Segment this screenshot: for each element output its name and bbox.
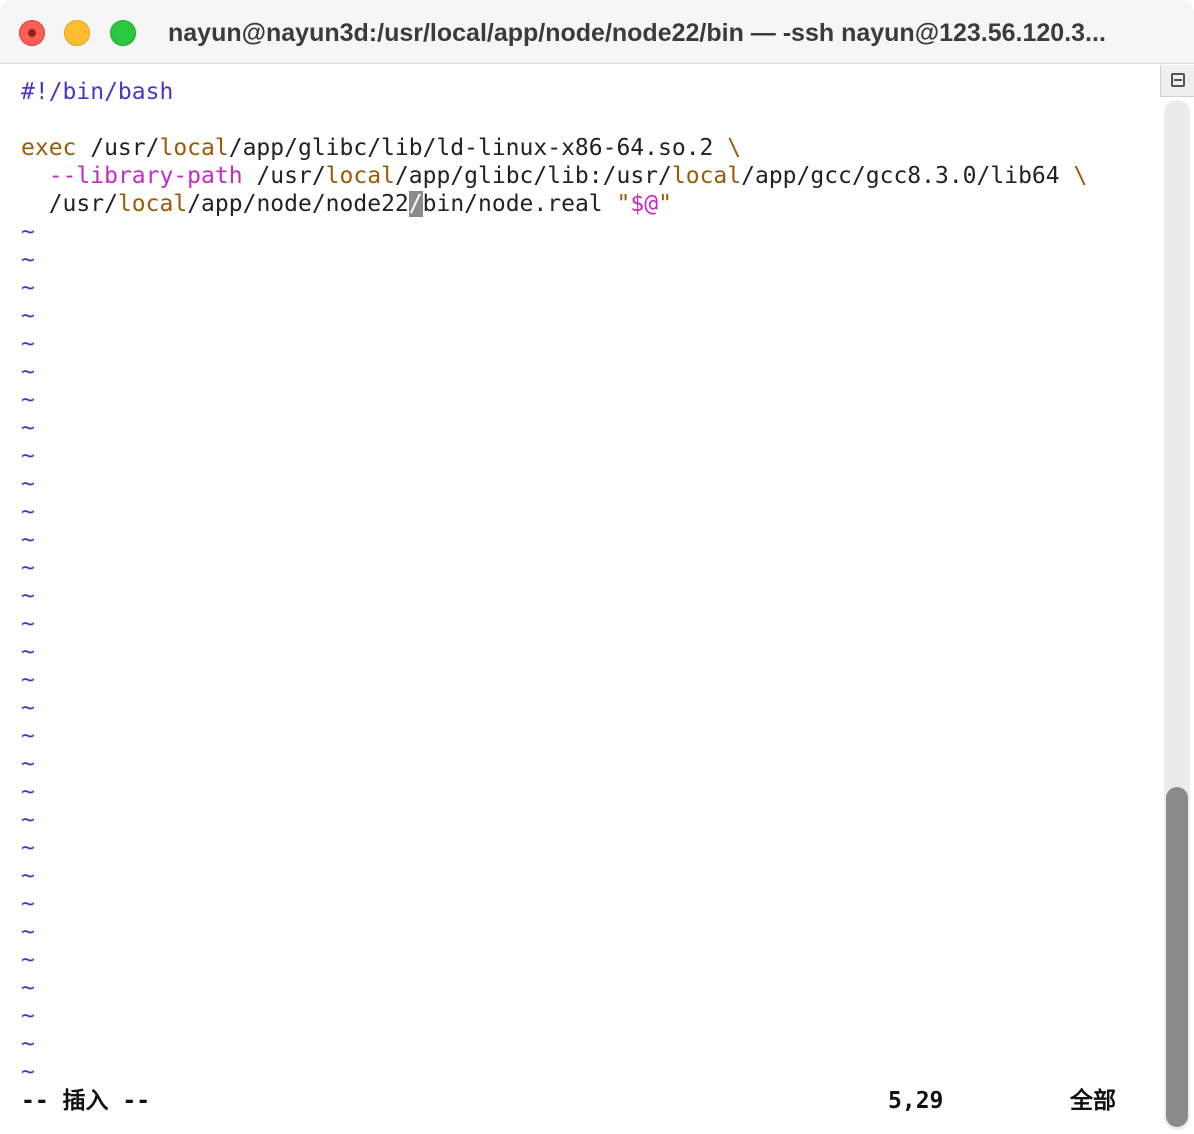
- empty-line-tilde: ~: [21, 527, 35, 553]
- empty-line-tilde: ~: [21, 499, 35, 525]
- split-pane-button[interactable]: [1160, 65, 1194, 97]
- empty-line-tilde: ~: [21, 1031, 35, 1057]
- scroll-scope: 全部: [1070, 1088, 1116, 1114]
- vim-editor[interactable]: #!/bin/bash exec /usr/local/app/glibc/li…: [0, 64, 1160, 1134]
- cursor-position: 5,29: [888, 1088, 944, 1114]
- line3-local: local: [159, 135, 229, 161]
- empty-line-tilde: ~: [21, 359, 35, 385]
- close-dot-icon: [28, 29, 36, 37]
- line4-indent: [21, 163, 49, 189]
- line5-path-b: /app/node/node22: [187, 191, 409, 217]
- exec-keyword: exec: [21, 135, 77, 161]
- code-line-1: #!/bin/bash: [21, 78, 173, 106]
- text-cursor: /: [408, 191, 423, 217]
- shebang-text: #!/bin/bash: [21, 79, 174, 105]
- args-variable: $@: [630, 191, 659, 217]
- close-button[interactable]: [19, 20, 45, 46]
- window-title: nayun@nayun3d:/usr/local/app/node/node22…: [168, 19, 1106, 47]
- empty-line-tilde: ~: [21, 695, 35, 721]
- line5-local: local: [117, 191, 188, 217]
- open-quote: ": [616, 191, 631, 217]
- empty-line-tilde: ~: [21, 863, 35, 889]
- minimize-button[interactable]: [64, 20, 90, 46]
- split-pane-icon: [1171, 73, 1185, 87]
- empty-line-tilde: ~: [21, 555, 35, 581]
- empty-line-tilde: ~: [21, 919, 35, 945]
- empty-line-tilde: ~: [21, 779, 35, 805]
- code-line-3: exec /usr/local/app/glibc/lib/ld-linux-x…: [21, 134, 741, 162]
- empty-line-tilde: ~: [21, 611, 35, 637]
- empty-line-tilde: ~: [21, 247, 35, 273]
- empty-line-tilde: ~: [21, 303, 35, 329]
- empty-line-tilde: ~: [21, 975, 35, 1001]
- line3-continuation: \: [727, 135, 742, 161]
- line4-local-1: local: [325, 163, 395, 189]
- line4-local-2: local: [671, 163, 742, 189]
- line4-continuation: \: [1073, 163, 1088, 189]
- scrollbar-thumb[interactable]: [1166, 787, 1188, 1127]
- line4-path-a: /usr/: [242, 163, 326, 189]
- line5-path-a: /usr/: [48, 191, 118, 217]
- empty-line-tilde: ~: [21, 751, 35, 777]
- empty-line-tilde: ~: [21, 387, 35, 413]
- empty-line-tilde: ~: [21, 471, 35, 497]
- code-line-4: --library-path /usr/local/app/glibc/lib:…: [21, 162, 1088, 190]
- line5-indent: [21, 191, 49, 217]
- empty-line-tilde: ~: [21, 415, 35, 441]
- line4-path-c: /app/gcc/gcc8.3.0/lib64: [741, 163, 1074, 189]
- empty-line-tilde: ~: [21, 443, 35, 469]
- line5-path-c: bin/node.real: [422, 191, 617, 217]
- line3-path-b: /app/glibc/lib/ld-linux-x86-64.so.2: [228, 135, 728, 161]
- empty-line-tilde: ~: [21, 807, 35, 833]
- title-bar: nayun@nayun3d:/usr/local/app/node/node22…: [0, 0, 1194, 64]
- empty-line-tilde: ~: [21, 583, 35, 609]
- empty-line-tilde: ~: [21, 639, 35, 665]
- empty-line-tilde: ~: [21, 667, 35, 693]
- mode-indicator: -- 插入 --: [21, 1088, 151, 1114]
- empty-line-tilde: ~: [21, 723, 35, 749]
- empty-line-tilde: ~: [21, 331, 35, 357]
- line3-path-a: /usr/: [76, 135, 160, 161]
- zoom-button[interactable]: [110, 20, 136, 46]
- empty-line-tilde: ~: [21, 219, 35, 245]
- empty-line-tilde: ~: [21, 275, 35, 301]
- empty-line-tilde: ~: [21, 947, 35, 973]
- line4-path-b: /app/glibc/lib:/usr/: [394, 163, 672, 189]
- empty-line-tilde: ~: [21, 1059, 35, 1085]
- empty-line-tilde: ~: [21, 891, 35, 917]
- empty-line-tilde: ~: [21, 1003, 35, 1029]
- terminal-window: nayun@nayun3d:/usr/local/app/node/node22…: [0, 0, 1194, 1134]
- close-quote: ": [658, 191, 672, 217]
- code-line-5: /usr/local/app/node/node22/bin/node.real…: [21, 190, 672, 218]
- library-path-option: --library-path: [48, 163, 243, 189]
- empty-line-tilde: ~: [21, 835, 35, 861]
